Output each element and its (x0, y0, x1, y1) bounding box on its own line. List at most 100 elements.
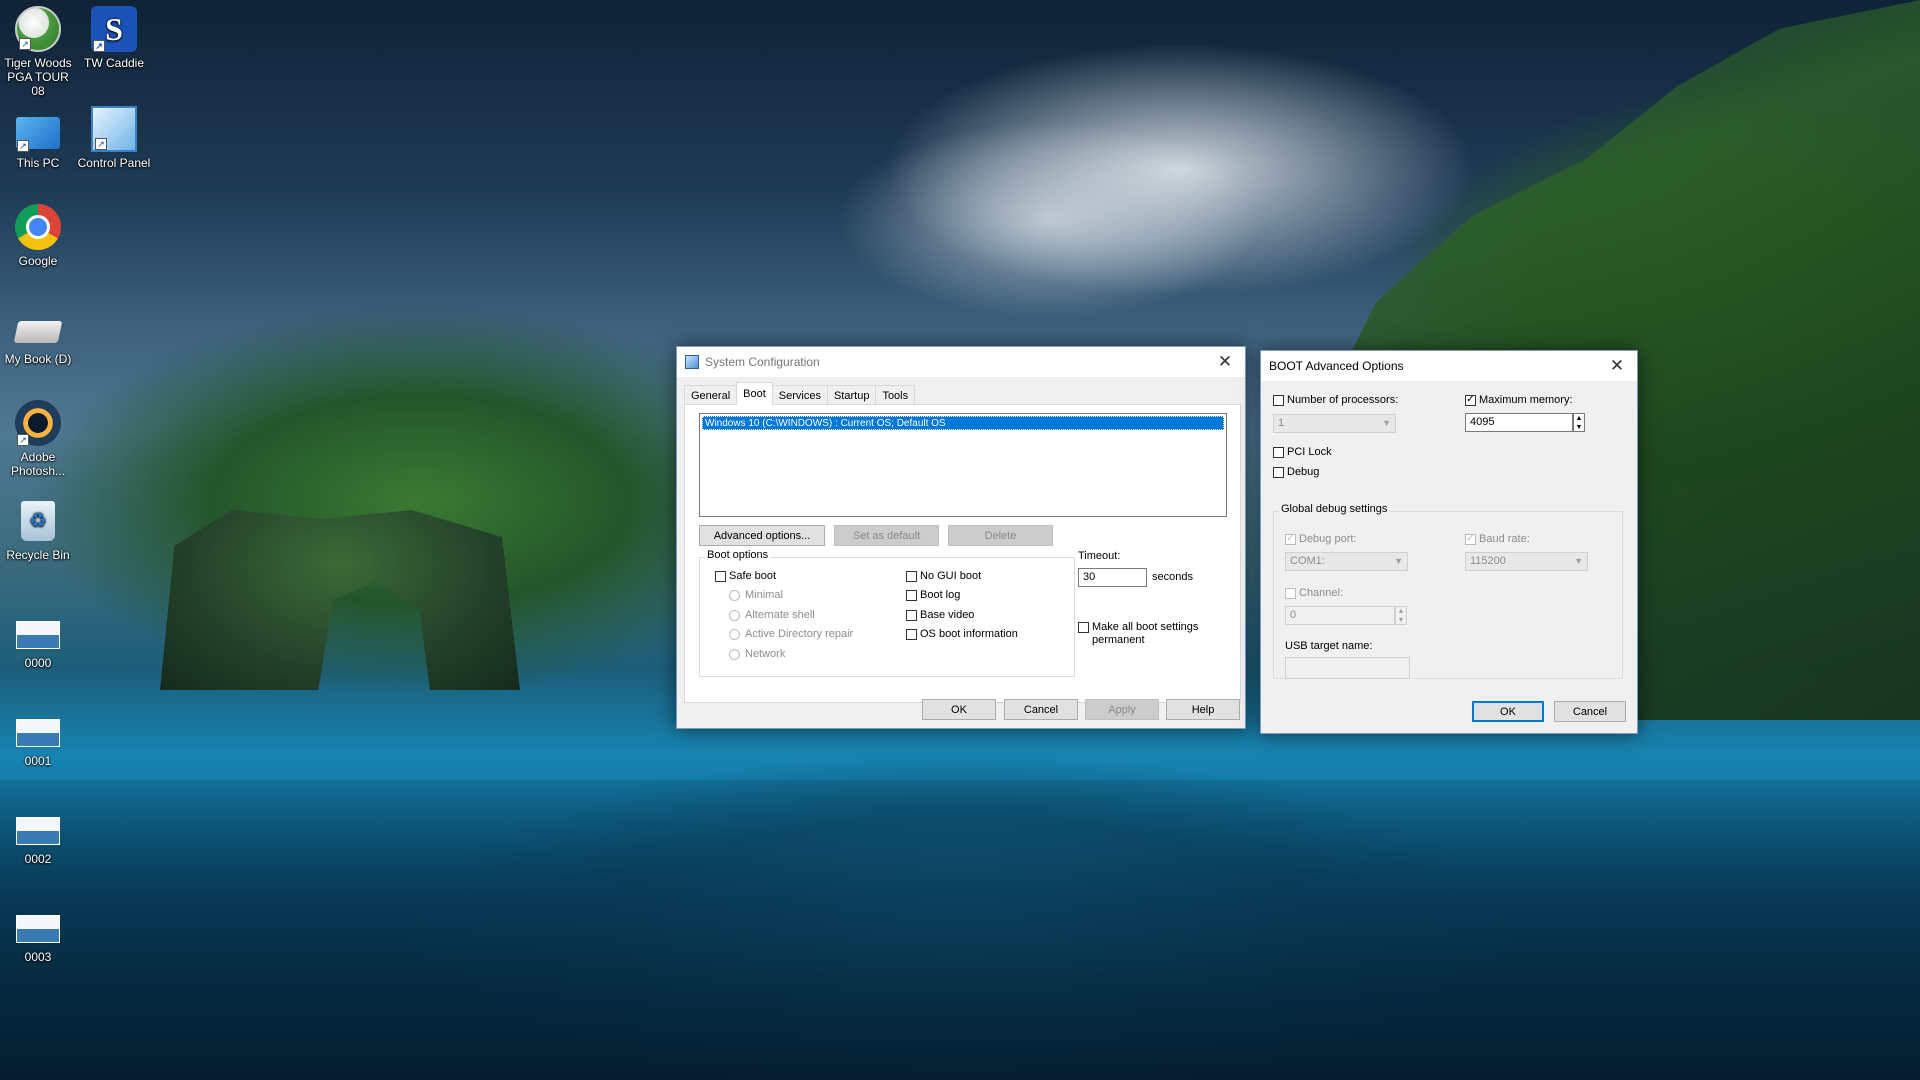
network-label: Network (745, 648, 786, 660)
desktop-icon-label: 0000 (24, 656, 52, 670)
checkbox-box (1273, 446, 1284, 458)
debug-port-select[interactable]: COM1: ▼ (1285, 552, 1408, 571)
debug-port-checkbox[interactable]: ✓ Debug port: (1285, 533, 1356, 545)
tab-boot[interactable]: Boot (736, 382, 773, 405)
image-file-icon (15, 606, 61, 652)
delete-button[interactable]: Delete (948, 525, 1053, 546)
channel-spinner[interactable]: ▲ ▼ (1395, 606, 1407, 625)
no-gui-boot-checkbox[interactable]: No GUI boot (906, 570, 981, 582)
close-icon[interactable]: ✕ (1597, 351, 1637, 381)
title-bar[interactable]: System Configuration ✕ (677, 347, 1245, 377)
desktop-icon-label: 0001 (24, 754, 52, 768)
set-as-default-button[interactable]: Set as default (834, 525, 939, 546)
number-of-processors-checkbox[interactable]: Number of processors: (1273, 394, 1398, 406)
maximum-memory-spinner[interactable]: ▲ ▼ (1573, 413, 1585, 432)
desktop-icon-label: 0003 (24, 950, 52, 964)
checkbox-checked-box: ✓ (1285, 533, 1296, 545)
no-gui-boot-label: No GUI boot (920, 570, 982, 582)
desktop-icon-label: Tiger Woods PGA TOUR 08 (4, 56, 72, 98)
channel-input[interactable]: 0 (1285, 606, 1395, 625)
boot-advanced-options-window: BOOT Advanced Options ✕ Number of proces… (1260, 350, 1638, 734)
title-bar[interactable]: BOOT Advanced Options ✕ (1261, 351, 1637, 381)
pci-lock-checkbox[interactable]: PCI Lock (1273, 446, 1332, 458)
boot-log-label: Boot log (920, 589, 961, 601)
desktop-icon-label: Google (18, 254, 58, 268)
usb-target-name-input[interactable] (1285, 657, 1410, 679)
checkbox-box (1285, 587, 1296, 599)
desktop-icon-0001[interactable]: 0001 (0, 704, 76, 768)
number-of-processors-label: Number of processors: (1287, 394, 1399, 406)
ok-button[interactable]: OK (1472, 701, 1544, 722)
desktop-icon-label: 0002 (24, 852, 52, 866)
number-of-processors-value: 1 (1278, 417, 1285, 429)
help-button[interactable]: Help (1166, 699, 1240, 720)
maximum-memory-input[interactable]: 4095 (1465, 413, 1573, 432)
cancel-button[interactable]: Cancel (1554, 701, 1626, 722)
image-file-icon (15, 704, 61, 750)
desktop-icon-google[interactable]: Google (0, 204, 76, 268)
timeout-input[interactable]: 30 (1078, 568, 1147, 587)
window-title: System Configuration (705, 355, 820, 369)
tab-startup[interactable]: Startup (826, 385, 877, 405)
tab-services[interactable]: Services (771, 385, 828, 405)
boot-log-checkbox[interactable]: Boot log (906, 589, 960, 601)
wallpaper-rock-arch (160, 510, 520, 690)
desktop-icon-control-panel[interactable]: ↗ Control Panel (76, 106, 152, 170)
radio-circle (729, 648, 740, 660)
image-file-icon (15, 802, 61, 848)
tab-general[interactable]: General (684, 385, 738, 405)
cancel-button[interactable]: Cancel (1004, 699, 1078, 720)
debug-port-value: COM1: (1290, 555, 1325, 567)
safe-boot-label: Safe boot (729, 570, 777, 582)
desktop-icon-my-book[interactable]: My Book (D) (0, 302, 76, 366)
checkbox-box (906, 628, 917, 640)
radio-circle (729, 628, 740, 640)
channel-label: Channel: (1299, 587, 1344, 599)
desktop-icon-0000[interactable]: 0000 (0, 606, 76, 670)
checkbox-box (1078, 622, 1089, 633)
make-permanent-checkbox[interactable]: Make all boot settings permanent (1078, 621, 1198, 647)
base-video-checkbox[interactable]: Base video (906, 609, 974, 621)
checkbox-box (1273, 466, 1284, 478)
checkbox-box (906, 589, 917, 601)
radio-circle (729, 589, 740, 601)
close-icon[interactable]: ✕ (1205, 347, 1245, 377)
apply-button[interactable]: Apply (1085, 699, 1159, 720)
checkbox-checked-box: ✓ (1465, 394, 1476, 406)
os-boot-information-checkbox[interactable]: OS boot information (906, 628, 1018, 640)
baud-rate-checkbox[interactable]: ✓ Baud rate: (1465, 533, 1530, 545)
system-configuration-icon (685, 355, 699, 369)
checkbox-box (1273, 394, 1284, 406)
boot-tab-panel: Windows 10 (C:\WINDOWS) : Current OS; De… (684, 404, 1241, 703)
number-of-processors-select[interactable]: 1 ▼ (1273, 414, 1396, 433)
tab-tools[interactable]: Tools (875, 385, 916, 405)
checkbox-box (715, 570, 726, 582)
network-radio[interactable]: Network (729, 648, 785, 660)
desktop-icon-0002[interactable]: 0002 (0, 802, 76, 866)
maximum-memory-checkbox[interactable]: ✓ Maximum memory: (1465, 394, 1573, 406)
desktop-icon-this-pc[interactable]: ↗ This PC (0, 106, 76, 170)
debug-checkbox[interactable]: Debug (1273, 466, 1319, 478)
alternate-shell-radio[interactable]: Alternate shell (729, 609, 815, 621)
advanced-options-button[interactable]: Advanced options... (699, 525, 825, 546)
desktop-icon-photoshop[interactable]: ↗ Adobe Photosh... (0, 400, 76, 478)
desktop-icon-tiger-woods[interactable]: ↗ Tiger Woods PGA TOUR 08 (0, 6, 76, 98)
desktop-icon-recycle-bin[interactable]: ♻ Recycle Bin (0, 498, 76, 562)
minimal-radio[interactable]: Minimal (729, 589, 783, 601)
os-list-item-selected[interactable]: Windows 10 (C:\WINDOWS) : Current OS; De… (702, 416, 1224, 430)
desktop-icon-0003[interactable]: 0003 (0, 900, 76, 964)
maximum-memory-label: Maximum memory: (1479, 394, 1573, 406)
chevron-down-icon: ▼ (1382, 418, 1391, 428)
safe-boot-checkbox[interactable]: Safe boot (715, 570, 776, 582)
ok-button[interactable]: OK (922, 699, 996, 720)
desktop-icon-label: Adobe Photosh... (10, 450, 66, 478)
active-directory-repair-radio[interactable]: Active Directory repair (729, 628, 853, 640)
pci-lock-label: PCI Lock (1287, 446, 1332, 458)
desktop-icon-tw-caddie[interactable]: S ↗ TW Caddie (76, 6, 152, 70)
baud-rate-select[interactable]: 115200 ▼ (1465, 552, 1588, 571)
os-list[interactable]: Windows 10 (C:\WINDOWS) : Current OS; De… (699, 413, 1227, 517)
desktop-icon-label: Control Panel (77, 156, 151, 170)
channel-checkbox[interactable]: Channel: (1285, 587, 1343, 599)
desktop-icon-label: My Book (D) (4, 352, 72, 366)
golf-ball-icon: ↗ (15, 6, 61, 52)
